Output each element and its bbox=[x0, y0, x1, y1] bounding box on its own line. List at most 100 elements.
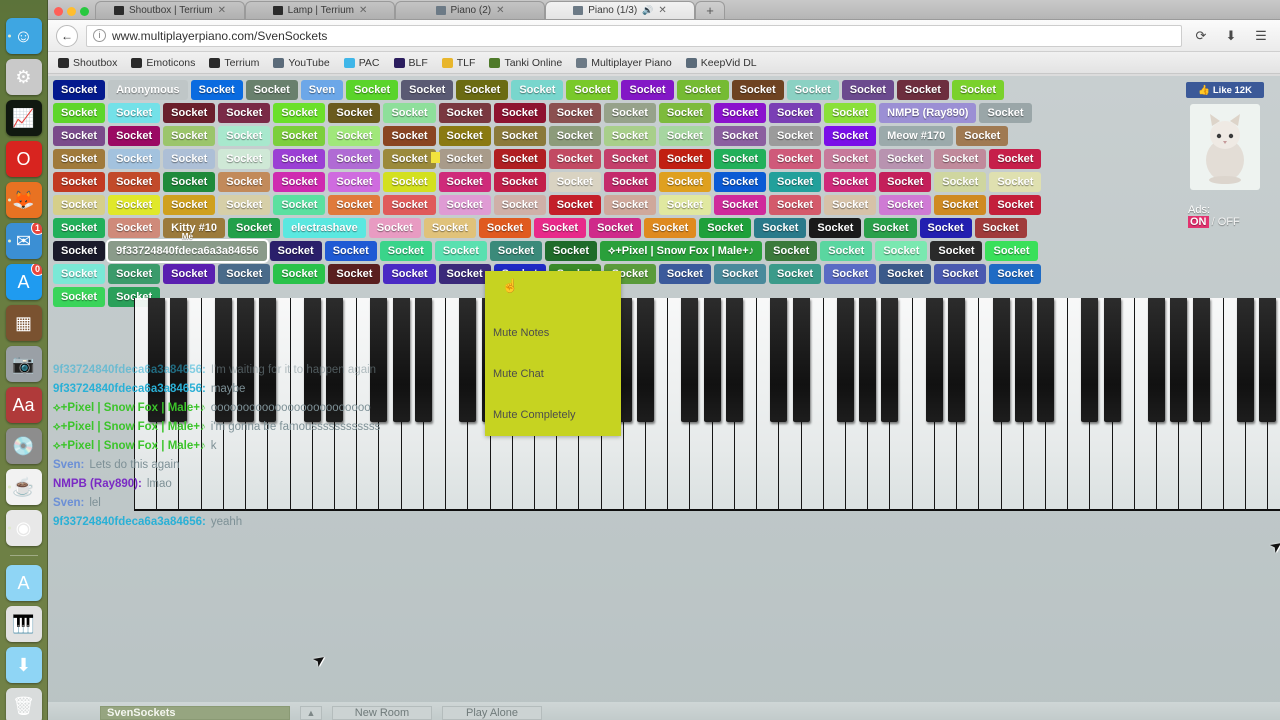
room-name-field[interactable]: SvenSockets bbox=[100, 706, 290, 720]
participant-nameplate[interactable]: Socket bbox=[603, 126, 656, 146]
participant-nameplate[interactable]: Socket bbox=[383, 149, 436, 169]
participant-nameplate[interactable]: Socket bbox=[603, 172, 656, 192]
participant-nameplate[interactable]: Socket bbox=[548, 172, 601, 192]
participant-nameplate[interactable]: Socket bbox=[328, 149, 381, 169]
participant-nameplate[interactable]: Socket bbox=[108, 126, 161, 146]
browser-nav-bar[interactable]: ← i www.multiplayerpiano.com/SvenSockets… bbox=[48, 20, 1280, 52]
participant-nameplate[interactable]: Socket bbox=[438, 195, 491, 215]
macos-dock[interactable]: ☺ ⚙ 📈 O 🦊 ✉ 1 A 0 ▦ 📷 Aa 💿 ☕ ◉ A 🎹 ⬇ 🗑 bbox=[0, 0, 48, 720]
piano-black-key[interactable] bbox=[1103, 298, 1121, 422]
piano-black-key[interactable] bbox=[837, 298, 854, 422]
bookmark-terrium[interactable]: Terrium bbox=[209, 57, 259, 69]
browser-tab-3[interactable]: Piano (1/3) 🔊 ✕ bbox=[545, 1, 695, 19]
participant-nameplate[interactable]: Socket bbox=[534, 218, 587, 238]
participant-nameplate[interactable]: Socket bbox=[713, 149, 767, 169]
participant-nameplate[interactable]: Socket bbox=[658, 195, 711, 215]
piano-black-key[interactable] bbox=[948, 298, 966, 422]
context-menu-item-mute-chat[interactable]: Mute Chat bbox=[485, 353, 621, 394]
piano-black-key[interactable] bbox=[703, 298, 721, 422]
minecraft-icon[interactable]: ▦ bbox=[5, 305, 42, 341]
participant-nameplate[interactable]: Socket bbox=[53, 103, 106, 123]
participant-nameplate[interactable]: Socket bbox=[328, 126, 381, 146]
piano-white-key[interactable] bbox=[1134, 298, 1166, 511]
participant-nameplate[interactable]: Socket bbox=[53, 241, 106, 261]
participant-nameplate[interactable]: Socket bbox=[438, 103, 491, 123]
traffic-light-2[interactable] bbox=[80, 7, 89, 16]
participant-nameplate[interactable]: Socket bbox=[53, 80, 106, 100]
window-traffic-lights[interactable] bbox=[52, 7, 95, 19]
participant-nameplate[interactable]: Socket bbox=[493, 126, 546, 146]
participant-nameplate[interactable]: Socket bbox=[824, 172, 877, 192]
chevron-up-icon[interactable]: ▲ bbox=[300, 706, 322, 720]
browser-tab-bar[interactable]: Shoutbox | Terrium ✕ Lamp | Terrium ✕ Piano … bbox=[48, 0, 1280, 20]
mail-icon[interactable]: ✉ 1 bbox=[5, 223, 42, 259]
participant-nameplate[interactable]: Socket bbox=[228, 218, 281, 238]
participant-nameplate[interactable]: Socket bbox=[108, 103, 161, 123]
applications-folder-icon[interactable]: A bbox=[5, 565, 42, 601]
participant-nameplate[interactable]: Socket bbox=[379, 241, 432, 261]
info-icon[interactable]: i bbox=[93, 29, 106, 42]
bookmark-tanki-online[interactable]: Tanki Online bbox=[489, 57, 562, 69]
close-icon[interactable]: ✕ bbox=[359, 5, 367, 16]
piano-black-key[interactable] bbox=[881, 298, 899, 422]
participant-nameplate[interactable]: Socket bbox=[328, 195, 381, 215]
piano-white-key[interactable] bbox=[757, 298, 788, 511]
dvd-player-icon[interactable]: 💿 bbox=[5, 428, 42, 464]
opera-icon[interactable]: O bbox=[5, 141, 42, 177]
participant-nameplate[interactable]: Socket bbox=[108, 218, 161, 238]
piano-white-key[interactable] bbox=[979, 298, 1010, 511]
participant-nameplate[interactable]: Socket bbox=[769, 149, 822, 169]
participant-nameplate[interactable]: Socket bbox=[163, 149, 216, 169]
piano-black-key[interactable] bbox=[1236, 298, 1254, 422]
participant-nameplate[interactable]: Socket bbox=[401, 80, 454, 100]
participant-nameplate[interactable]: Socket bbox=[934, 172, 987, 192]
java-icon[interactable]: ☕ bbox=[5, 469, 42, 505]
participant-nameplate[interactable]: Socket bbox=[699, 218, 752, 238]
participant-nameplate[interactable]: Socket bbox=[979, 103, 1032, 123]
dictionary-icon[interactable]: Aa bbox=[5, 387, 42, 423]
participant-nameplate[interactable]: Socket bbox=[566, 80, 619, 100]
ads-off-option[interactable]: OFF bbox=[1218, 216, 1240, 228]
room-toolbar[interactable]: SvenSockets ▲ New Room Play Alone bbox=[48, 702, 1280, 720]
participant-nameplate[interactable]: Socket bbox=[273, 195, 326, 215]
activity-monitor-icon[interactable]: 📈 bbox=[5, 100, 42, 136]
participant-nameplate[interactable]: Socket bbox=[841, 80, 894, 100]
participant-nameplate[interactable]: Socket bbox=[713, 264, 767, 284]
piano-black-key[interactable] bbox=[725, 298, 743, 422]
participant-nameplate[interactable]: Socket bbox=[951, 80, 1005, 100]
participant-nameplate[interactable]: Socket bbox=[658, 103, 711, 123]
app-store-icon[interactable]: A0 bbox=[5, 264, 42, 300]
photobooth-icon[interactable]: 📷 bbox=[5, 346, 42, 382]
participant-nameplate[interactable]: Socket bbox=[218, 264, 271, 284]
traffic-light-0[interactable] bbox=[54, 7, 63, 16]
participant-nameplate[interactable]: Socket bbox=[346, 80, 399, 100]
piano-black-key[interactable] bbox=[925, 298, 943, 422]
participant-nameplate[interactable]: Socket bbox=[273, 149, 326, 169]
bookmark-blf[interactable]: BLF bbox=[393, 57, 428, 69]
participant-nameplate[interactable]: Socket bbox=[824, 103, 877, 123]
participant-nameplate[interactable]: Socket bbox=[548, 103, 601, 123]
participant-nameplate[interactable]: Socket bbox=[919, 218, 972, 238]
new-room-button[interactable]: New Room bbox=[332, 706, 432, 720]
participant-nameplate[interactable]: Socket bbox=[493, 149, 546, 169]
browser-tab-1[interactable]: Lamp | Terrium ✕ bbox=[245, 1, 395, 19]
participant-nameplate[interactable]: Socket bbox=[218, 172, 271, 192]
garageband-icon[interactable]: 🎹 bbox=[5, 606, 42, 642]
participant-nameplate[interactable]: Socket bbox=[53, 218, 106, 238]
chrome-icon[interactable]: ◉ bbox=[5, 510, 42, 546]
participant-nameplate[interactable]: Socket bbox=[548, 195, 601, 215]
participant-nameplate[interactable]: Socket bbox=[218, 126, 271, 146]
participant-nameplate[interactable]: Socket bbox=[383, 264, 436, 284]
participant-nameplate[interactable]: Socket bbox=[621, 80, 674, 100]
participant-nameplate[interactable]: Socket bbox=[108, 264, 161, 284]
trash-icon[interactable]: 🗑 bbox=[5, 688, 42, 720]
participant-nameplate[interactable]: Socket bbox=[603, 103, 656, 123]
piano-black-key[interactable] bbox=[1170, 298, 1188, 422]
participant-nameplate[interactable]: Socket bbox=[824, 195, 877, 215]
download-icon[interactable]: ⬇ bbox=[1220, 25, 1242, 47]
participant-nameplate[interactable]: Socket bbox=[493, 172, 546, 192]
bookmark-tlf[interactable]: TLF bbox=[441, 57, 475, 69]
participant-nameplate[interactable]: Socket bbox=[879, 264, 932, 284]
participant-nameplate[interactable]: Socket bbox=[589, 218, 642, 238]
participant-nameplate[interactable]: Socket bbox=[879, 149, 932, 169]
